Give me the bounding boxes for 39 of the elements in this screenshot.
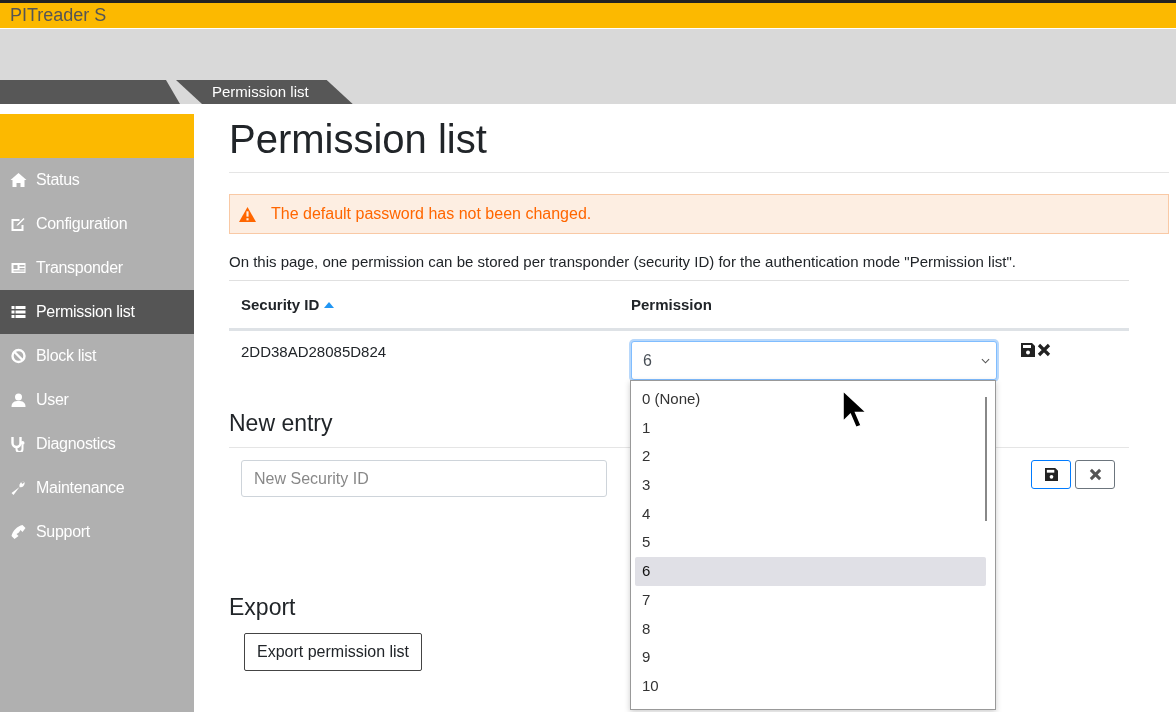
close-icon — [1088, 468, 1102, 481]
list-icon — [10, 304, 27, 320]
column-header[interactable]: Security ID — [229, 281, 619, 328]
dropdown-option[interactable]: 7 — [635, 585, 986, 615]
sidebar-item[interactable]: Permission list — [0, 290, 194, 334]
scrollbar[interactable] — [985, 397, 987, 521]
warning-icon — [238, 205, 257, 223]
save-icon — [1021, 343, 1035, 357]
save-button[interactable] — [1031, 460, 1071, 489]
cancel-button[interactable] — [1075, 460, 1115, 489]
edit-icon — [10, 216, 27, 232]
user-icon — [10, 392, 27, 408]
home-icon — [10, 172, 27, 188]
dropdown-option[interactable]: 3 — [635, 471, 986, 500]
ban-icon — [10, 348, 27, 364]
dropdown-option[interactable]: 4 — [635, 499, 986, 529]
column-header[interactable]: Permission — [619, 281, 1009, 328]
close-icon — [1037, 343, 1051, 357]
section-heading: Export — [229, 593, 296, 621]
stethoscope-icon — [10, 436, 27, 452]
dropdown-option[interactable]: 5 — [635, 528, 986, 558]
app-title: PITreader S — [10, 5, 107, 26]
alert-text: The default password has not been changed. — [271, 205, 592, 223]
chevron-down-icon — [981, 357, 990, 364]
description-text: On this page, one permission can be stored per transponder (security ID) for the authentication mode "Permission list". — [229, 252, 1017, 272]
export-button[interactable]: Export permission list — [244, 633, 423, 671]
table-cell-text: 2DD38AD28085D824 — [240, 342, 388, 362]
dropdown-option[interactable]: 6 — [635, 557, 986, 586]
save-icon — [1044, 468, 1058, 481]
dropdown-option[interactable]: 10 — [635, 671, 986, 701]
page-title: Permission list — [229, 116, 1169, 173]
security-id-field[interactable]: New Security ID — [241, 460, 607, 497]
dropdown-option[interactable]: 9 — [635, 643, 986, 672]
breadcrumb-segment[interactable] — [0, 80, 180, 104]
dropdown-option[interactable]: 8 — [635, 614, 986, 644]
phone-icon — [10, 524, 27, 540]
id-card-icon — [10, 260, 27, 276]
dropdown-option[interactable]: 1 — [635, 413, 986, 443]
breadcrumb-item[interactable]: Permission list — [176, 80, 353, 104]
